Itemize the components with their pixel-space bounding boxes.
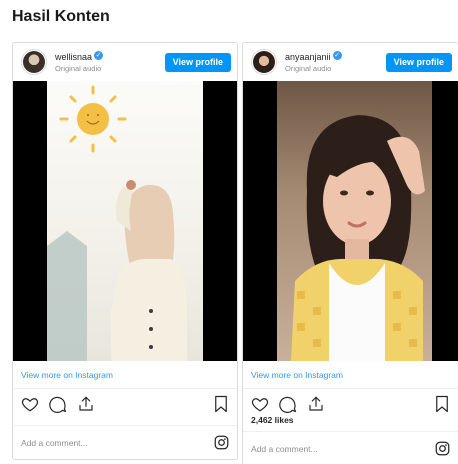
post-image — [291, 115, 425, 361]
heart-icon[interactable] — [21, 395, 39, 413]
comment-icon[interactable] — [279, 395, 297, 413]
view-more-link[interactable]: View more on Instagram — [243, 361, 458, 389]
username[interactable]: anyaanjanii — [285, 52, 331, 62]
bookmark-icon[interactable] — [213, 395, 229, 413]
heart-icon[interactable] — [251, 395, 269, 413]
avatar[interactable] — [251, 49, 277, 75]
post-header: wellisnaa ✓ Original audio View profile — [13, 43, 237, 81]
instagram-icon[interactable] — [214, 435, 229, 450]
audio-label[interactable]: Original audio — [55, 63, 165, 74]
user-block: anyaanjanii ✓ Original audio — [285, 50, 386, 74]
verified-badge-icon: ✓ — [94, 51, 104, 61]
view-profile-button[interactable]: View profile — [164, 52, 231, 72]
avatar[interactable] — [21, 49, 47, 75]
view-profile-button[interactable]: View profile — [385, 52, 452, 72]
like-count[interactable]: 2,462 likes — [243, 415, 458, 425]
page-title: Hasil Konten — [12, 8, 110, 25]
comment-input[interactable] — [251, 443, 401, 454]
verified-badge-icon: ✓ — [332, 51, 342, 61]
share-icon[interactable] — [77, 395, 95, 413]
instagram-embed-2: anyaanjanii ✓ Original audio View profile — [242, 42, 458, 464]
post-media[interactable] — [243, 81, 458, 361]
post-media[interactable] — [13, 81, 237, 361]
instagram-icon[interactable] — [435, 441, 450, 456]
post-actions — [13, 389, 237, 419]
comment-bar — [243, 431, 458, 464]
video-frame — [47, 81, 203, 361]
comment-input[interactable] — [21, 437, 171, 448]
username[interactable]: wellisnaa — [55, 52, 92, 62]
comment-icon[interactable] — [49, 395, 67, 413]
video-frame — [277, 81, 432, 361]
post-header: anyaanjanii ✓ Original audio View profile — [243, 43, 458, 81]
share-icon[interactable] — [307, 395, 325, 413]
user-block: wellisnaa ✓ Original audio — [55, 50, 165, 74]
instagram-embed-1: wellisnaa✓ Original audio View profile — [12, 42, 238, 460]
post-image — [47, 85, 187, 361]
audio-label[interactable]: Original audio — [285, 63, 386, 74]
bookmark-icon[interactable] — [434, 395, 450, 413]
view-more-link[interactable]: View more on Instagram — [13, 361, 237, 389]
comment-bar — [13, 425, 237, 459]
